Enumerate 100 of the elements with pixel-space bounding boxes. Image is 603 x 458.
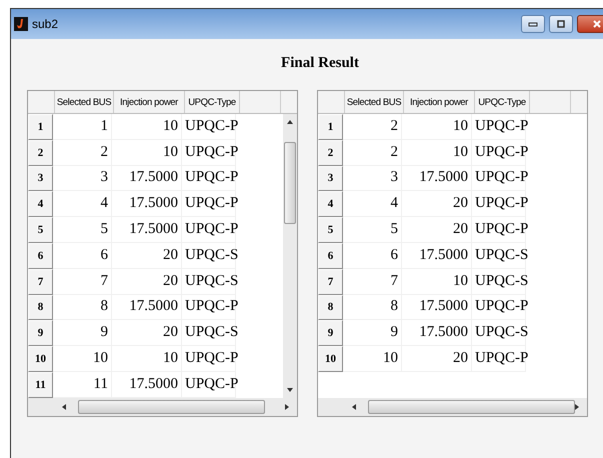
horizontal-scrollbar[interactable]	[318, 398, 587, 416]
result-heading: Final Result	[280, 54, 360, 73]
scroll-up-icon[interactable]	[287, 120, 293, 124]
table-cell: UPQC-S	[182, 268, 236, 295]
table-cell: UPQC-P	[472, 166, 526, 192]
scroll-down-icon[interactable]	[287, 388, 293, 392]
table-cell: 20	[402, 346, 472, 372]
row-header[interactable]: 5	[28, 217, 53, 243]
table-cell: 20	[112, 268, 182, 295]
table-cell: 9	[53, 320, 112, 346]
table-cell: 17.5000	[402, 320, 472, 346]
row-header[interactable]: 8	[28, 294, 53, 320]
table-cell: 17.5000	[112, 166, 182, 192]
table-cell: 4	[53, 191, 112, 218]
table-cell: 10	[402, 114, 472, 140]
vertical-scrollbar[interactable]	[283, 114, 297, 398]
table-cell: UPQC-P	[182, 191, 236, 218]
table-cell: 4	[343, 191, 402, 218]
table-cell: 2	[53, 140, 112, 166]
minimize-button[interactable]	[521, 15, 545, 33]
table-cell: UPQC-P	[472, 140, 526, 166]
table-cell: 10	[53, 346, 112, 372]
row-header[interactable]: 7	[318, 268, 343, 295]
maximize-button[interactable]	[549, 15, 573, 33]
table-cell: UPQC-P	[472, 217, 526, 243]
table-cell: 17.5000	[112, 294, 182, 320]
row-header[interactable]: 8	[318, 294, 343, 320]
table-cell: 8	[53, 294, 112, 320]
table-cell: 5	[53, 217, 112, 243]
table-cell: UPQC-P	[182, 114, 236, 140]
table-cell: UPQC-P	[182, 294, 236, 320]
table-cell: 20	[112, 320, 182, 346]
table-cell: 2	[343, 114, 402, 140]
table-cell: UPQC-S	[182, 320, 236, 346]
column-header[interactable]: UPQC-Type	[185, 91, 240, 113]
scroll-thumb[interactable]	[368, 400, 575, 414]
horizontal-scrollbar[interactable]	[28, 398, 297, 416]
row-header[interactable]: 2	[28, 140, 53, 166]
table-cell: 9	[343, 320, 402, 346]
scroll-thumb[interactable]	[78, 400, 265, 414]
table-cell: 20	[112, 242, 182, 269]
column-header[interactable]: UPQC-Type	[475, 91, 530, 113]
table-cell: UPQC-P	[182, 217, 236, 243]
table-cell: 2	[343, 140, 402, 166]
column-header[interactable]: Selected BUS	[345, 91, 404, 113]
table-cell: 17.5000	[112, 217, 182, 243]
row-header[interactable]: 7	[28, 268, 53, 295]
table-cell: UPQC-S	[472, 268, 526, 295]
table-cell: 10	[112, 346, 182, 372]
table-cell: UPQC-P	[472, 346, 526, 372]
table-cell: 3	[53, 166, 112, 192]
scroll-left-icon[interactable]	[62, 404, 66, 410]
table-cell: 10	[402, 268, 472, 295]
table-cell: 3	[343, 166, 402, 192]
table-cell: UPQC-P	[182, 140, 236, 166]
row-header[interactable]: 4	[318, 191, 343, 218]
table-cell: 17.5000	[402, 242, 472, 269]
row-header[interactable]: 10	[318, 346, 343, 372]
close-icon	[592, 19, 602, 29]
row-header[interactable]: 9	[318, 320, 343, 346]
minimize-icon	[528, 21, 538, 27]
row-header[interactable]: 1	[28, 114, 53, 140]
table-cell: 10	[112, 140, 182, 166]
table-cell: 10	[112, 114, 182, 140]
table-cell: 17.5000	[402, 294, 472, 320]
scroll-thumb[interactable]	[284, 142, 296, 224]
row-header[interactable]: 9	[28, 320, 53, 346]
table-cell: UPQC-S	[472, 320, 526, 346]
row-header[interactable]: 3	[318, 166, 343, 192]
row-header[interactable]: 1	[318, 114, 343, 140]
table-cell: UPQC-P	[472, 294, 526, 320]
table-cell: UPQC-P	[182, 346, 236, 372]
table-cell: 10	[343, 346, 402, 372]
row-header[interactable]: 4	[28, 191, 53, 218]
table-cell: UPQC-P	[182, 166, 236, 192]
column-header[interactable]: Injection power	[404, 91, 475, 113]
table-cell: UPQC-P	[472, 191, 526, 218]
row-header[interactable]: 6	[28, 242, 53, 269]
app-icon	[14, 17, 28, 31]
table-cell: 20	[402, 217, 472, 243]
table-cell: 8	[343, 294, 402, 320]
row-header[interactable]: 2	[318, 140, 343, 166]
table-cell: 17.5000	[402, 166, 472, 192]
scroll-left-icon[interactable]	[352, 404, 356, 410]
scroll-right-icon[interactable]	[285, 404, 289, 410]
table-cell: UPQC-S	[182, 242, 236, 269]
table-cell: 1	[53, 114, 112, 140]
row-header[interactable]: 6	[318, 242, 343, 269]
row-header[interactable]: 5	[318, 217, 343, 243]
table-cell: 17.5000	[112, 191, 182, 218]
table-cell: UPQC-P	[472, 114, 526, 140]
table-cell: 5	[343, 217, 402, 243]
column-header[interactable]: Injection power	[114, 91, 185, 113]
row-header[interactable]: 11	[28, 372, 53, 398]
table-cell: 6	[53, 242, 112, 269]
table-cell: UPQC-S	[472, 242, 526, 269]
row-header[interactable]: 10	[28, 346, 53, 372]
column-header[interactable]: Selected BUS	[55, 91, 114, 113]
row-header[interactable]: 3	[28, 166, 53, 192]
window-title: sub2	[32, 17, 58, 31]
